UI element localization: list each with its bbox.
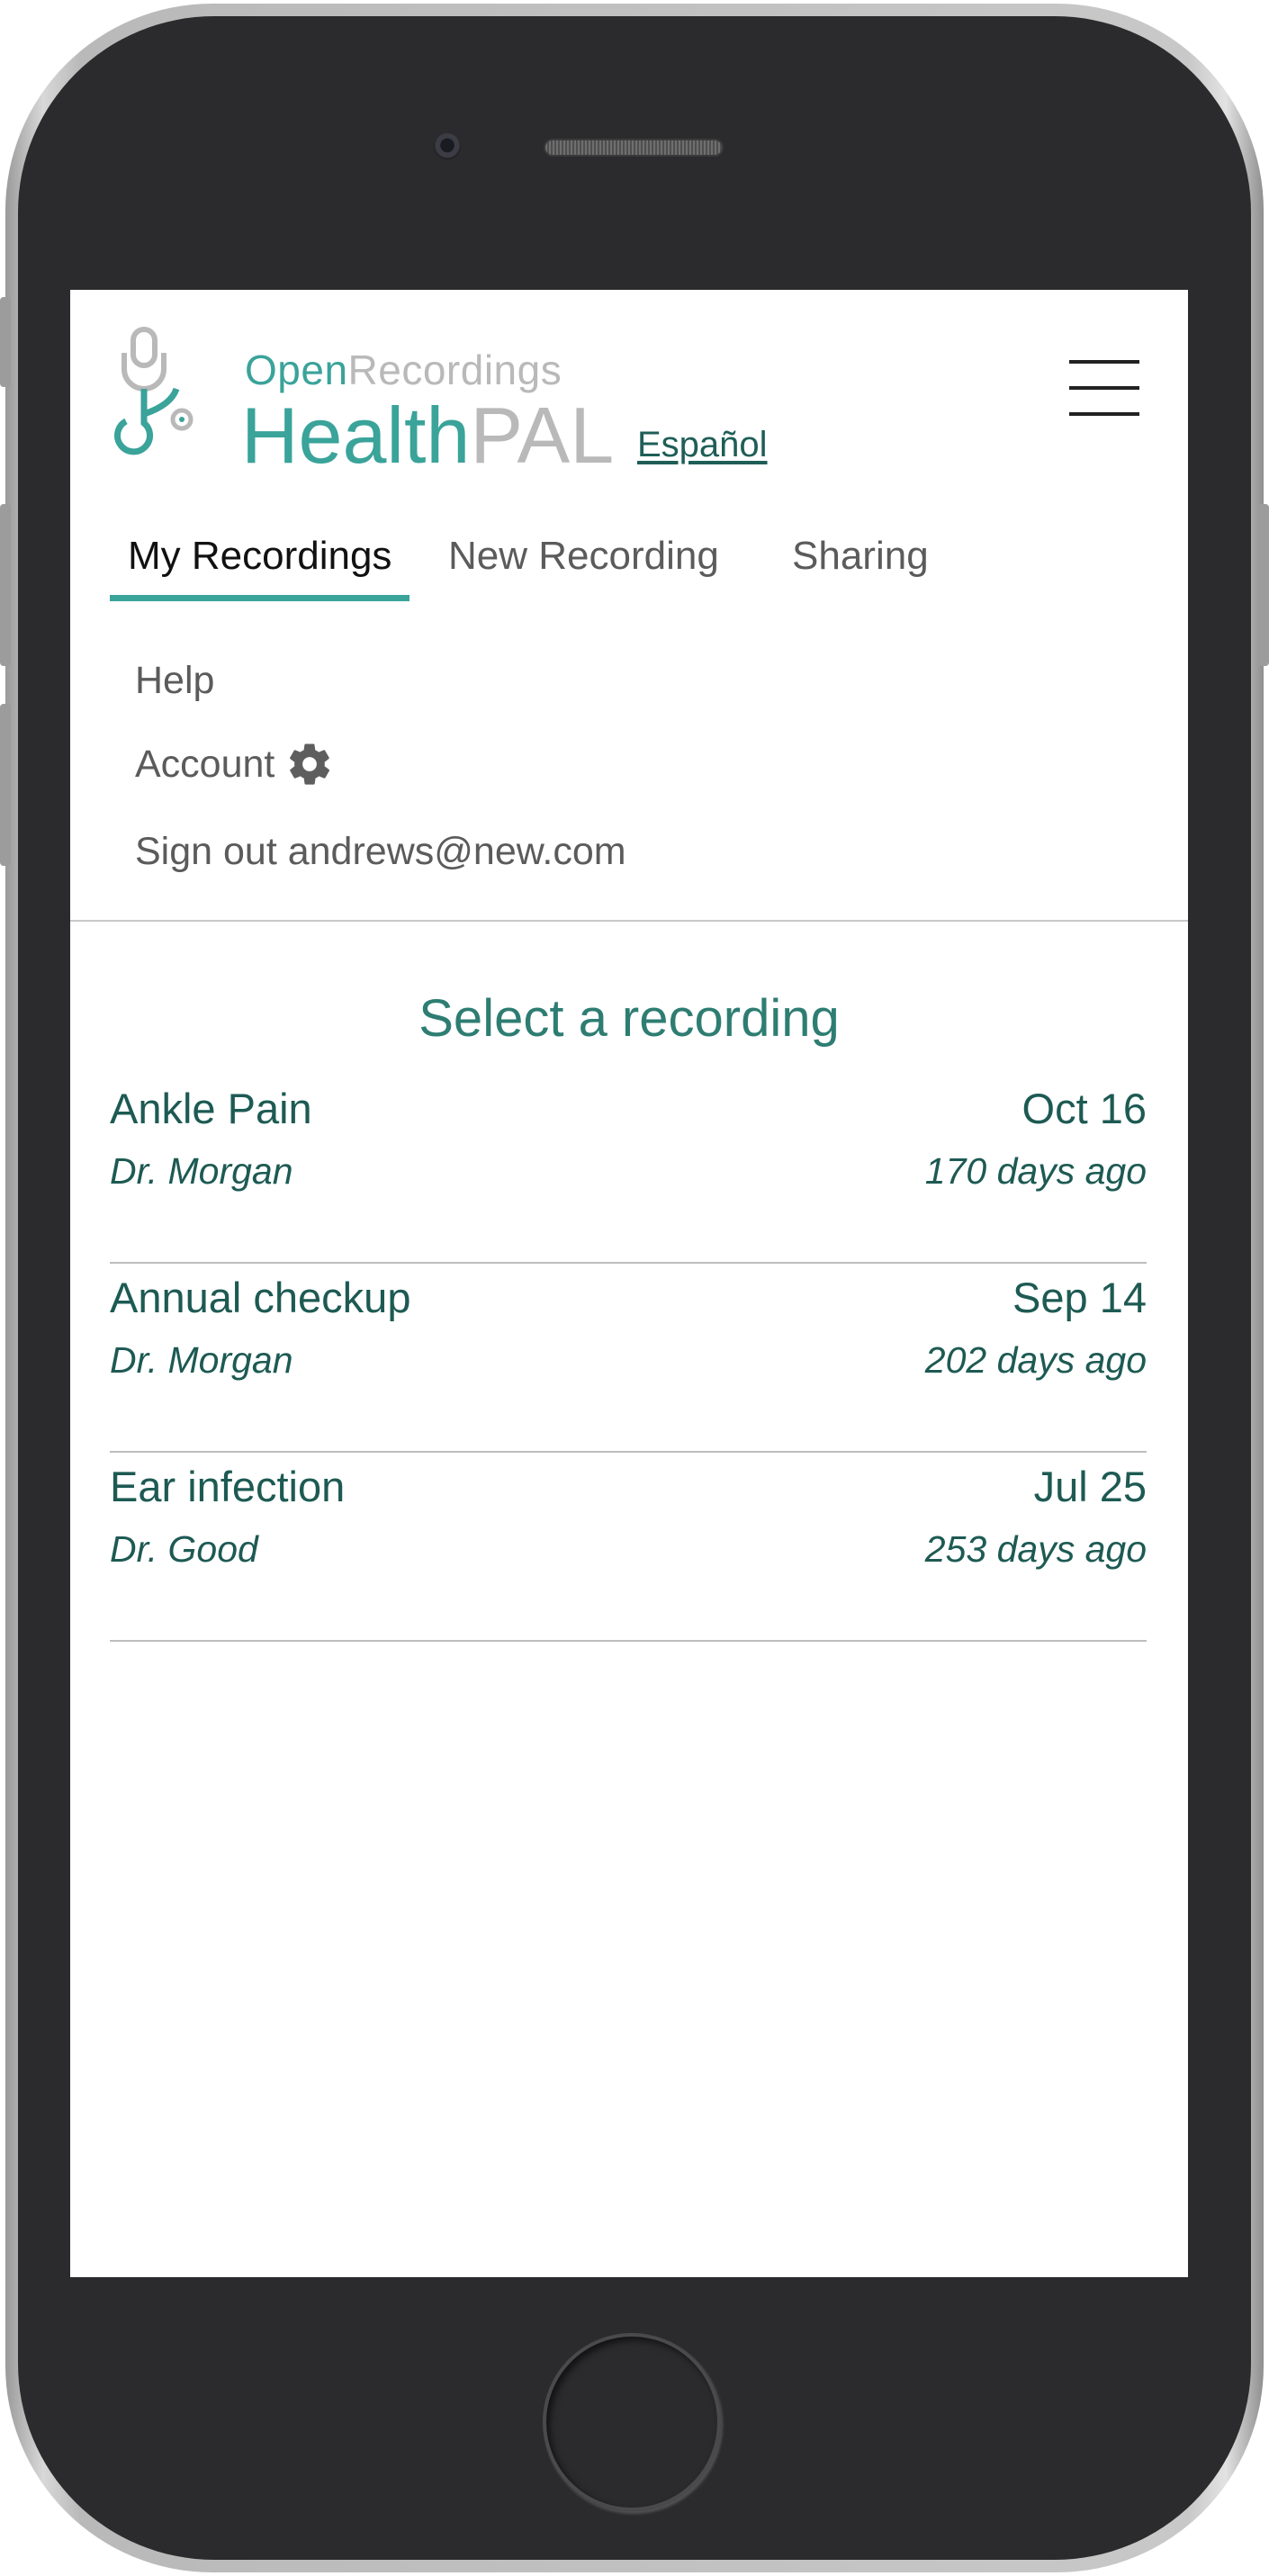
brand-openrecordings: OpenRecordings [245, 346, 562, 394]
earpiece-speaker [544, 139, 724, 157]
recording-doctor: Dr. Good [110, 1528, 258, 1570]
recording-title: Ear infection [110, 1463, 346, 1510]
recording-age: 170 days ago [924, 1150, 1147, 1192]
tab-new-recording[interactable]: New Recording [430, 529, 737, 601]
side-button-volume-down [0, 704, 11, 866]
recording-doctor: Dr. Morgan [110, 1150, 293, 1192]
stethoscope-microphone-logo [114, 327, 194, 455]
header-divider [70, 920, 1188, 922]
recording-age: 253 days ago [924, 1528, 1147, 1570]
list-item-recording[interactable]: Ankle Pain Oct 16 Dr. Morgan 170 days ag… [110, 1075, 1147, 1264]
menu-item-help[interactable]: Help [135, 659, 214, 703]
recording-date: Sep 14 [1012, 1274, 1147, 1321]
account-label: Account [135, 742, 275, 786]
recording-date: Jul 25 [1033, 1463, 1147, 1510]
hamburger-line-bottom [1069, 412, 1139, 416]
list-item-recording[interactable]: Ear infection Jul 25 Dr. Good 253 days a… [110, 1453, 1147, 1642]
home-button[interactable] [543, 2333, 721, 2511]
brand-name-accent: Health [241, 391, 471, 480]
gear-icon [290, 743, 330, 785]
menu-item-account[interactable]: Account [135, 740, 334, 788]
side-button-mute [0, 297, 11, 387]
brand-name-rest: PAL [470, 391, 615, 480]
recording-date: Oct 16 [1022, 1085, 1147, 1132]
page-title: Select a recording [418, 989, 840, 1048]
brand-healthpal: HealthPAL [241, 396, 614, 475]
language-link[interactable]: Español [637, 425, 768, 465]
recording-title: Ankle Pain [110, 1085, 312, 1132]
list-item-recording[interactable]: Annual checkup Sep 14 Dr. Morgan 202 day… [110, 1264, 1147, 1453]
tab-sharing[interactable]: Sharing [774, 529, 947, 601]
brand-prefix-rest: Recordings [347, 347, 562, 393]
recording-age: 202 days ago [924, 1339, 1147, 1381]
hamburger-line-top [1069, 360, 1139, 364]
app-screen: OpenRecordings HealthPAL Español My Reco… [70, 290, 1188, 2277]
menu-item-sign-out[interactable]: Sign out andrews@new.com [135, 830, 626, 874]
recording-title: Annual checkup [110, 1274, 411, 1321]
help-label: Help [135, 659, 215, 702]
brand-prefix-accent: Open [245, 347, 348, 393]
front-camera [434, 133, 461, 160]
hamburger-menu-icon[interactable] [1069, 360, 1143, 416]
side-button-power [1258, 504, 1269, 666]
sign-out-label: Sign out andrews@new.com [135, 830, 626, 873]
tab-my-recordings[interactable]: My Recordings [110, 529, 410, 601]
side-button-volume-up [0, 504, 11, 666]
recordings-list: Ankle Pain Oct 16 Dr. Morgan 170 days ag… [110, 1075, 1147, 1642]
hamburger-line-middle [1069, 386, 1139, 390]
recording-doctor: Dr. Morgan [110, 1339, 293, 1381]
